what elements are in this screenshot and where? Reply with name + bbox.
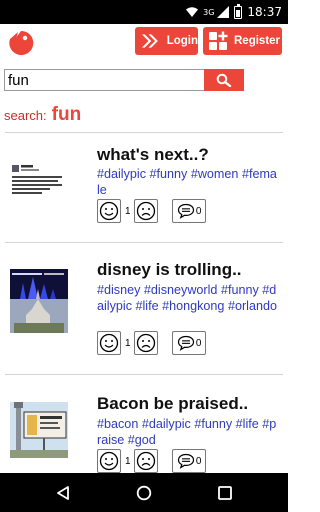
- register-icon: [209, 31, 228, 50]
- post-title[interactable]: disney is trolling..: [97, 260, 242, 280]
- smile-icon: [99, 451, 119, 471]
- frown-icon: [136, 333, 156, 353]
- app-screen: 3G 18:37 Login Register fun search: fun …: [0, 0, 288, 512]
- upvote-count: 1: [125, 205, 131, 217]
- login-label: Login: [166, 35, 198, 47]
- upvote-count: 1: [125, 337, 131, 349]
- back-icon[interactable]: [55, 485, 71, 501]
- network-type: 3G: [203, 7, 215, 17]
- tag-link[interactable]: #disneyworld: [144, 283, 218, 297]
- post-thumbnail[interactable]: [10, 159, 68, 215]
- tag-link[interactable]: #dailypic: [142, 417, 191, 431]
- comment-count: 0: [195, 455, 202, 467]
- frown-icon: [136, 451, 156, 471]
- post-card: Bacon be praised.. #bacon #dailypic #fun…: [0, 375, 288, 473]
- post-tags: #dailypic #funny #women #female: [97, 167, 279, 198]
- search-prefix: search:: [4, 108, 47, 123]
- wifi-icon: [186, 7, 199, 17]
- app-header: Login Register: [0, 24, 288, 60]
- battery-icon: [234, 3, 243, 19]
- login-arrow-icon: [141, 34, 158, 48]
- smile-icon: [99, 201, 119, 221]
- register-button[interactable]: Register: [203, 27, 282, 55]
- comment-button[interactable]: 0: [172, 449, 206, 473]
- recents-icon[interactable]: [217, 485, 233, 501]
- tag-link[interactable]: #funny: [150, 167, 188, 181]
- comment-icon: [177, 335, 194, 351]
- search-input[interactable]: [4, 69, 205, 91]
- comment-button[interactable]: 0: [172, 199, 206, 223]
- upvote-count: 1: [125, 455, 131, 467]
- upvote-button[interactable]: [97, 331, 121, 355]
- register-label: Register: [234, 35, 281, 47]
- post-thumbnail[interactable]: [10, 402, 68, 458]
- tag-link[interactable]: #bacon: [97, 417, 138, 431]
- post-actions: 1 0: [97, 449, 206, 473]
- clock: 18:37: [247, 5, 282, 19]
- downvote-button[interactable]: [134, 199, 158, 223]
- post-thumbnail[interactable]: [10, 269, 68, 333]
- status-bar: 3G 18:37: [0, 0, 288, 24]
- comment-icon: [177, 453, 194, 469]
- comment-count: 0: [195, 205, 202, 217]
- tag-link[interactable]: #orlando: [228, 299, 277, 313]
- comment-icon: [177, 203, 194, 219]
- logo-icon[interactable]: [6, 28, 36, 56]
- downvote-button[interactable]: [134, 331, 158, 355]
- search-term: fun: [51, 104, 82, 125]
- search-result-label: search: fun: [4, 104, 81, 126]
- signal-icon: [217, 6, 230, 18]
- post-actions: 1 0: [97, 199, 206, 223]
- post-tags: #bacon #dailypic #funny #life #praise #g…: [97, 417, 279, 448]
- tag-link[interactable]: #life: [136, 299, 159, 313]
- search-icon: [216, 73, 232, 87]
- search-button[interactable]: [204, 69, 244, 91]
- tag-link[interactable]: #women: [191, 167, 239, 181]
- login-button[interactable]: Login: [135, 27, 198, 55]
- upvote-button[interactable]: [97, 449, 121, 473]
- post-title[interactable]: Bacon be praised..: [97, 394, 248, 414]
- smile-icon: [99, 333, 119, 353]
- tag-link[interactable]: #god: [128, 433, 156, 447]
- tag-link[interactable]: #hongkong: [162, 299, 224, 313]
- post-card: what's next..? #dailypic #funny #women #…: [0, 133, 288, 241]
- system-nav-bar: [0, 473, 288, 512]
- comment-count: 0: [195, 337, 202, 349]
- frown-icon: [136, 201, 156, 221]
- post-card: disney is trolling.. #disney #disneyworl…: [0, 243, 288, 371]
- tag-link[interactable]: #funny: [221, 283, 259, 297]
- tag-link[interactable]: #disney: [97, 283, 140, 297]
- tag-link[interactable]: #dailypic: [97, 167, 146, 181]
- upvote-button[interactable]: [97, 199, 121, 223]
- tag-link[interactable]: #life: [236, 417, 259, 431]
- post-title[interactable]: what's next..?: [97, 145, 209, 165]
- tag-link[interactable]: #funny: [194, 417, 232, 431]
- post-tags: #disney #disneyworld #funny #dailypic #l…: [97, 283, 279, 314]
- home-icon[interactable]: [136, 485, 152, 501]
- post-actions: 1 0: [97, 331, 206, 355]
- comment-button[interactable]: 0: [172, 331, 206, 355]
- downvote-button[interactable]: [134, 449, 158, 473]
